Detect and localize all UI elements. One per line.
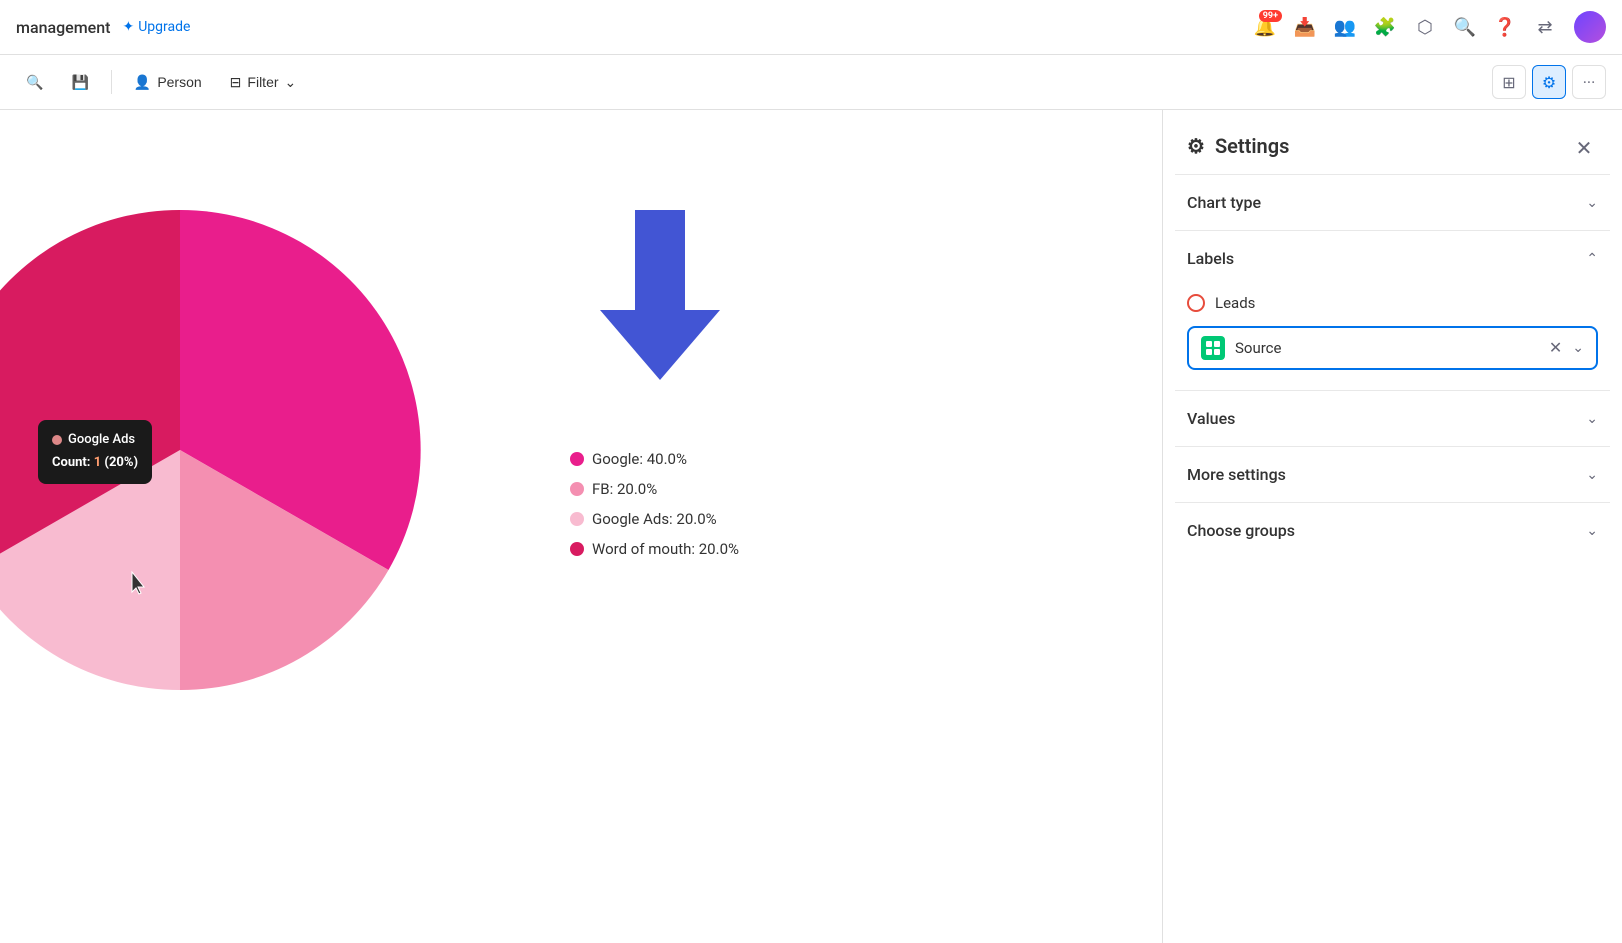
person-button[interactable]: 👤 Person — [124, 68, 212, 97]
legend-item-fb: FB: 20.0% — [570, 480, 739, 498]
section-more-settings: More settings ⌄ — [1175, 446, 1610, 502]
settings-gear-icon: ⚙ — [1187, 134, 1205, 158]
community-icon[interactable]: ⬡ — [1414, 16, 1436, 38]
values-label: Values — [1187, 409, 1235, 428]
tooltip-count-pct: (20%) — [101, 455, 138, 470]
choose-groups-label: Choose groups — [1187, 521, 1295, 540]
settings-view-btn[interactable]: ⚙ — [1532, 65, 1566, 99]
labels-content: Leads Source ✕ ⌄ — [1175, 286, 1610, 390]
leads-row: Leads — [1187, 294, 1598, 312]
inbox-icon[interactable]: 📥 — [1294, 16, 1316, 38]
upgrade-star-icon: ✦ — [122, 19, 134, 35]
source-chevron-icon[interactable]: ⌄ — [1572, 340, 1584, 356]
source-label: Source — [1235, 339, 1539, 357]
legend-item-google: Google: 40.0% — [570, 450, 739, 468]
filter-label: Filter — [247, 74, 278, 90]
branch-icon[interactable]: ⇄ — [1534, 16, 1556, 38]
upgrade-label: Upgrade — [138, 19, 190, 35]
puzzle-icon[interactable]: 🧩 — [1374, 16, 1396, 38]
source-clear-icon[interactable]: ✕ — [1549, 340, 1562, 356]
tooltip-dot-icon — [52, 435, 62, 445]
choose-groups-chevron-icon: ⌄ — [1586, 523, 1598, 539]
help-icon[interactable]: ❓ — [1494, 16, 1516, 38]
labels-header[interactable]: Labels ⌃ — [1175, 231, 1610, 286]
main-area: Google Ads Count: 1 (20%) Google: 40.0% … — [0, 110, 1622, 943]
notification-icon[interactable]: 🔔 99+ — [1254, 16, 1276, 38]
table-view-btn[interactable]: ⊞ — [1492, 65, 1526, 99]
chart-legend: Google: 40.0% FB: 20.0% Google Ads: 20.0… — [570, 450, 739, 570]
leads-label: Leads — [1215, 294, 1255, 312]
more-settings-label: More settings — [1187, 465, 1286, 484]
legend-dot-google-ads — [570, 512, 584, 526]
source-selector[interactable]: Source ✕ ⌄ — [1187, 326, 1598, 370]
settings-header: ⚙ Settings — [1163, 110, 1622, 174]
chart-type-label: Chart type — [1187, 193, 1261, 212]
toolbar: 🔍 💾 👤 Person ⊟ Filter ⌄ ⊞ ⚙ ··· — [0, 55, 1622, 110]
toolbar-right: ⊞ ⚙ ··· — [1492, 65, 1606, 99]
chart-type-chevron-icon: ⌄ — [1586, 195, 1598, 211]
chart-area: Google Ads Count: 1 (20%) Google: 40.0% … — [0, 110, 1162, 943]
filter-icon: ⊟ — [230, 74, 242, 91]
choose-groups-header[interactable]: Choose groups ⌄ — [1175, 503, 1610, 558]
notification-badge: 99+ — [1259, 10, 1282, 22]
section-choose-groups: Choose groups ⌄ — [1175, 502, 1610, 558]
more-settings-header[interactable]: More settings ⌄ — [1175, 447, 1610, 502]
leads-circle-icon — [1187, 294, 1205, 312]
person-icon: 👤 — [134, 74, 151, 91]
legend-label-fb: FB: 20.0% — [592, 480, 657, 498]
legend-label-google: Google: 40.0% — [592, 450, 687, 468]
people-icon[interactable]: 👥 — [1334, 16, 1356, 38]
legend-label-google-ads: Google Ads: 20.0% — [592, 510, 717, 528]
save-button[interactable]: 💾 — [61, 68, 98, 97]
chart-type-header[interactable]: Chart type ⌄ — [1175, 175, 1610, 230]
tooltip: Google Ads Count: 1 (20%) — [38, 420, 152, 484]
search-button[interactable]: 🔍 — [16, 68, 53, 97]
section-labels: Labels ⌃ Leads Source ✕ ⌄ — [1175, 230, 1610, 390]
tooltip-title-text: Google Ads — [68, 430, 135, 451]
tooltip-count-label: Count: — [52, 455, 94, 470]
top-bar: management ✦ Upgrade 🔔 99+ 📥 👥 🧩 ⬡ 🔍 ❓ ⇄ — [0, 0, 1622, 55]
values-header[interactable]: Values ⌄ — [1175, 391, 1610, 446]
legend-dot-fb — [570, 482, 584, 496]
section-values: Values ⌄ — [1175, 390, 1610, 446]
search-icon[interactable]: 🔍 — [1454, 16, 1476, 38]
more-options-btn[interactable]: ··· — [1572, 65, 1606, 99]
labels-label: Labels — [1187, 249, 1234, 268]
settings-panel: ✕ ⚙ Settings Chart type ⌄ Labels ⌃ Lead — [1162, 110, 1622, 943]
save-icon: 💾 — [71, 74, 88, 91]
search-icon: 🔍 — [26, 74, 43, 91]
legend-item-word-of-mouth: Word of mouth: 20.0% — [570, 540, 739, 558]
legend-dot-google — [570, 452, 584, 466]
legend-item-google-ads: Google Ads: 20.0% — [570, 510, 739, 528]
tooltip-title: Google Ads — [52, 430, 138, 451]
more-settings-chevron-icon: ⌄ — [1586, 467, 1598, 483]
section-chart-type: Chart type ⌄ — [1175, 174, 1610, 230]
filter-chevron-icon: ⌄ — [285, 74, 297, 91]
settings-title: Settings — [1215, 134, 1289, 158]
close-button[interactable]: ✕ — [1566, 130, 1602, 166]
upgrade-btn[interactable]: ✦ Upgrade — [122, 19, 190, 35]
down-arrow — [580, 210, 740, 390]
filter-button[interactable]: ⊟ Filter ⌄ — [220, 68, 307, 97]
labels-chevron-icon: ⌃ — [1586, 251, 1598, 267]
source-icon — [1201, 336, 1225, 360]
legend-label-word-of-mouth: Word of mouth: 20.0% — [592, 540, 739, 558]
avatar[interactable] — [1574, 11, 1606, 43]
values-chevron-icon: ⌄ — [1586, 411, 1598, 427]
app-title: management — [16, 18, 110, 37]
toolbar-divider — [111, 70, 112, 94]
top-bar-icons: 🔔 99+ 📥 👥 🧩 ⬡ 🔍 ❓ ⇄ — [1254, 11, 1606, 43]
legend-dot-word-of-mouth — [570, 542, 584, 556]
person-label: Person — [157, 74, 201, 90]
tooltip-count: Count: 1 (20%) — [52, 453, 138, 474]
